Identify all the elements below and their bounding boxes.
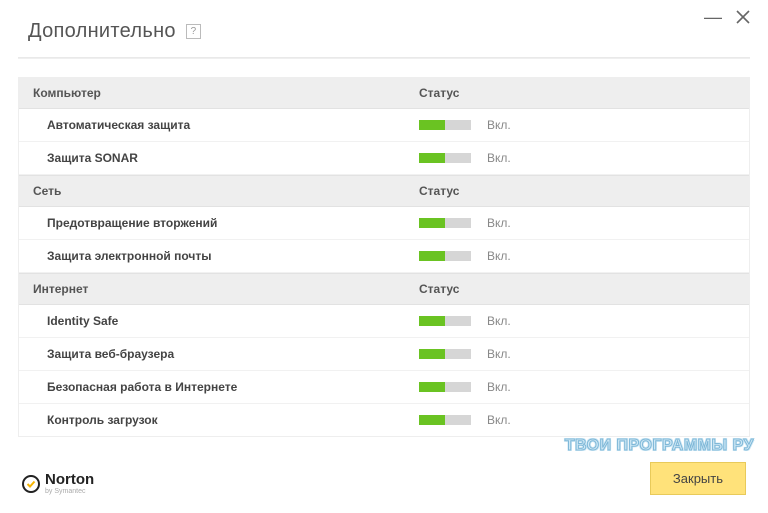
setting-name[interactable]: Identity Safe: [19, 305, 419, 337]
toggle-knob: [419, 251, 445, 261]
section-title: Компьютер: [19, 78, 419, 108]
toggle-switch[interactable]: [419, 415, 471, 425]
settings-row: Контроль загрузок Вкл.: [19, 404, 749, 436]
setting-name[interactable]: Защита SONAR: [19, 142, 419, 174]
section-title: Сеть: [19, 176, 419, 206]
page-title: Дополнительно: [28, 20, 176, 43]
status-text: Вкл.: [487, 347, 511, 361]
toggle-knob: [419, 316, 445, 326]
setting-name[interactable]: Защита веб-браузера: [19, 338, 419, 370]
toggle-knob: [419, 415, 445, 425]
settings-row: Автоматическая защита Вкл.: [19, 109, 749, 142]
settings-row: Защита веб-браузера Вкл.: [19, 338, 749, 371]
help-icon[interactable]: ?: [186, 24, 201, 39]
toggle-switch[interactable]: [419, 251, 471, 261]
setting-name[interactable]: Автоматическая защита: [19, 109, 419, 141]
setting-name[interactable]: Безопасная работа в Интернете: [19, 371, 419, 403]
logo-subtitle: by Symantec: [45, 488, 94, 495]
minimize-button[interactable]: —: [704, 13, 722, 21]
status-text: Вкл.: [487, 380, 511, 394]
toggle-knob: [419, 382, 445, 392]
logo-name: Norton: [45, 472, 94, 487]
checkmark-icon: [22, 475, 40, 493]
header-divider: [18, 57, 750, 59]
status-text: Вкл.: [487, 216, 511, 230]
toggle-switch[interactable]: [419, 349, 471, 359]
settings-row: Защита электронной почты Вкл.: [19, 240, 749, 273]
status-column-header: Статус: [419, 274, 749, 304]
close-window-button[interactable]: [736, 10, 750, 24]
toggle-knob: [419, 218, 445, 228]
settings-row: Предотвращение вторжений Вкл.: [19, 207, 749, 240]
toggle-switch[interactable]: [419, 316, 471, 326]
section-header: КомпьютерСтатус: [19, 78, 749, 109]
section-header: ИнтернетСтатус: [19, 273, 749, 305]
toggle-switch[interactable]: [419, 218, 471, 228]
status-text: Вкл.: [487, 151, 511, 165]
section-title: Интернет: [19, 274, 419, 304]
settings-row: Identity Safe Вкл.: [19, 305, 749, 338]
status-column-header: Статус: [419, 176, 749, 206]
status-text: Вкл.: [487, 249, 511, 263]
toggle-switch[interactable]: [419, 153, 471, 163]
setting-name[interactable]: Предотвращение вторжений: [19, 207, 419, 239]
norton-logo: Norton by Symantec: [22, 472, 94, 495]
setting-name[interactable]: Контроль загрузок: [19, 404, 419, 436]
toggle-knob: [419, 120, 445, 130]
toggle-knob: [419, 153, 445, 163]
settings-table: КомпьютерСтатусАвтоматическая защитаВкл.…: [18, 77, 750, 437]
toggle-switch[interactable]: [419, 120, 471, 130]
close-button[interactable]: Закрыть: [650, 462, 746, 495]
status-text: Вкл.: [487, 118, 511, 132]
toggle-switch[interactable]: [419, 382, 471, 392]
settings-row: Защита SONAR Вкл.: [19, 142, 749, 175]
status-text: Вкл.: [487, 413, 511, 427]
section-header: СетьСтатус: [19, 175, 749, 207]
status-text: Вкл.: [487, 314, 511, 328]
toggle-knob: [419, 349, 445, 359]
settings-row: Безопасная работа в Интернете Вкл.: [19, 371, 749, 404]
setting-name[interactable]: Защита электронной почты: [19, 240, 419, 272]
status-column-header: Статус: [419, 78, 749, 108]
